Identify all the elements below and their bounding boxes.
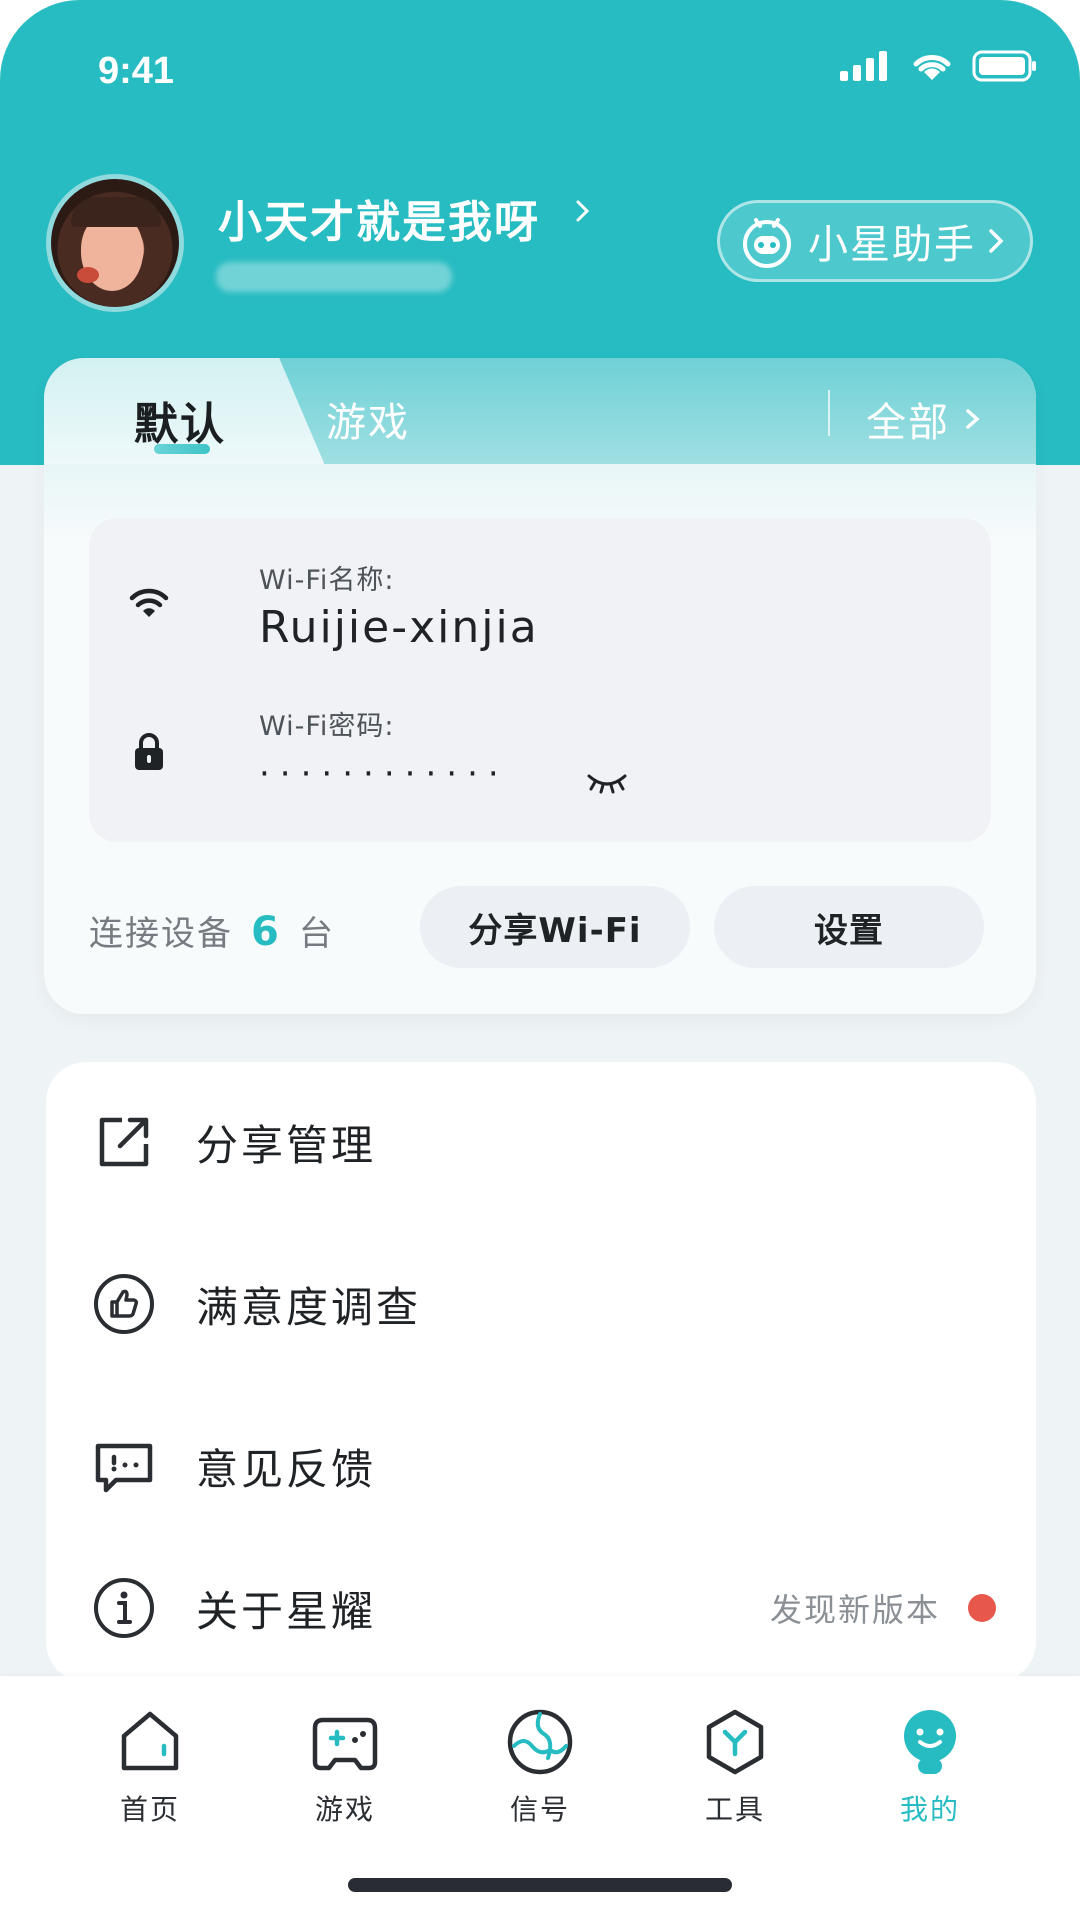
wifi-credentials-box: Wi-Fi名称: Ruijie-xinjia Wi-Fi密码: ········… [89, 518, 991, 842]
menu-item-satisfaction-survey[interactable]: 满意度调查 [46, 1224, 1036, 1384]
devices-prefix: 连接设备 [89, 914, 233, 954]
status-time: 9:41 [98, 50, 175, 92]
tab-default[interactable]: 默认 [134, 388, 226, 452]
feedback-icon [95, 1443, 153, 1493]
profile-smile-icon [904, 1710, 956, 1774]
menu-label: 分享管理 [196, 1120, 377, 1170]
username[interactable]: 小天才就是我呀 [218, 186, 540, 250]
chevron-right-icon[interactable] [574, 196, 592, 226]
share-icon [99, 1117, 149, 1167]
robot-icon [743, 218, 791, 268]
user-subtitle-blurred [216, 262, 452, 292]
share-wifi-button[interactable]: 分享Wi-Fi [420, 886, 690, 968]
assistant-label: 小星助手 [808, 222, 976, 268]
assistant-button[interactable]: 小星助手 [717, 200, 1033, 282]
tabbar-item-tools[interactable]: 工具 [665, 1706, 805, 1836]
tabbar-item-me[interactable]: 我的 [860, 1706, 1000, 1836]
wifi-icon [129, 588, 169, 617]
menu-item-feedback[interactable]: 意见反馈 [46, 1386, 1036, 1546]
menu-item-share-management[interactable]: 分享管理 [46, 1062, 1036, 1222]
wifi-password-value: ············ [259, 754, 509, 794]
tabbar-item-signal[interactable]: 信号 [470, 1706, 610, 1836]
gamepad-icon [312, 1717, 378, 1771]
tab-game[interactable]: 游戏 [326, 390, 410, 448]
menu-label: 关于星耀 [196, 1586, 377, 1636]
active-tab-indicator [154, 444, 210, 454]
menu-card: 分享管理 满意度调查 意见反馈 关于星耀 发现新版本 [46, 1062, 1036, 1682]
new-version-hint: 发现新版本 [769, 1591, 940, 1629]
wifi-name-value: Ruijie-xinjia [259, 602, 539, 653]
menu-label: 满意度调查 [196, 1282, 422, 1332]
menu-label: 意见反馈 [196, 1444, 377, 1494]
cellular-signal-icon [840, 51, 887, 81]
thumbs-up-icon [94, 1274, 154, 1334]
home-indicator[interactable] [348, 1878, 732, 1892]
info-icon [94, 1578, 154, 1638]
tabbar-label: 我的 [899, 1793, 960, 1826]
tabbar-label: 游戏 [314, 1793, 375, 1826]
all-networks-link[interactable]: 全部 [866, 390, 982, 448]
home-icon [121, 1711, 179, 1771]
avatar-hair [71, 197, 161, 227]
notification-dot [968, 1594, 996, 1622]
chevron-right-icon [966, 409, 980, 429]
chevron-right-icon [989, 229, 1004, 253]
wifi-settings-button[interactable]: 设置 [714, 886, 984, 968]
avatar-mouth [77, 267, 99, 283]
tabbar-label: 首页 [119, 1793, 180, 1826]
lock-icon [135, 733, 163, 770]
tabbar-label: 工具 [704, 1793, 765, 1826]
avatar[interactable] [46, 174, 184, 312]
devices-suffix: 台 [298, 914, 335, 954]
battery-icon [972, 50, 1036, 82]
all-networks-label: 全部 [866, 400, 950, 446]
devices-count: 6 [251, 909, 281, 955]
app-screen: 9:41 小天才就是我呀 小星助手 默认 游戏 全部 Wi-Fi名称: Ruij… [0, 0, 1080, 1920]
tabbar-item-home[interactable]: 首页 [80, 1706, 220, 1836]
tabbar-item-games[interactable]: 游戏 [275, 1706, 415, 1836]
tab-divider [828, 390, 830, 436]
wifi-card: 默认 游戏 全部 Wi-Fi名称: Ruijie-xinjia Wi-Fi密码: [44, 358, 1036, 1014]
tools-icon [706, 1709, 764, 1775]
eye-closed-icon[interactable] [585, 772, 629, 794]
wifi-password-label: Wi-Fi密码: [259, 711, 395, 742]
new-version-indicator: 发现新版本 [770, 1585, 996, 1631]
wifi-name-label: Wi-Fi名称: [259, 565, 395, 596]
status-icons [840, 50, 1038, 82]
tabbar-label: 信号 [509, 1793, 570, 1826]
wifi-status-icon [913, 55, 951, 80]
connected-devices: 连接设备 6 台 [89, 906, 335, 955]
signal-globe-icon [507, 1709, 573, 1775]
menu-item-about[interactable]: 关于星耀 发现新版本 [46, 1528, 1036, 1688]
